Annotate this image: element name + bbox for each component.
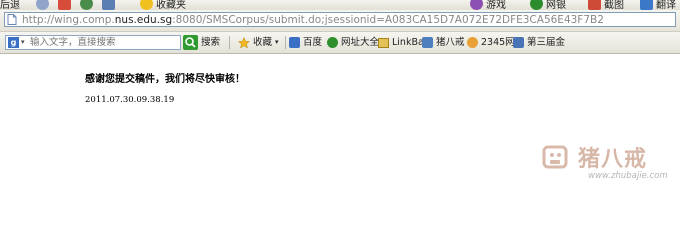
link-label: 百度 xyxy=(303,37,323,48)
watermark-text: 猪八戒 xyxy=(578,146,648,172)
browser-toolbar: 后退 收藏夹 游戏 网银 截图 翻译 xyxy=(0,0,680,10)
link-third-session[interactable]: 第三届金 xyxy=(513,35,565,50)
watermark-logo-icon xyxy=(542,145,568,169)
watermark-url: www.zhubajie.com xyxy=(588,171,668,181)
baidu-icon xyxy=(289,37,300,48)
stop-icon[interactable] xyxy=(58,0,71,10)
folder-icon xyxy=(378,37,389,48)
url-directory-icon xyxy=(327,37,338,48)
favorites-button[interactable]: 收藏夹 xyxy=(140,0,186,10)
page-icon xyxy=(7,14,17,25)
link-2345[interactable]: 2345网 xyxy=(467,35,515,50)
translate-icon xyxy=(640,0,653,10)
search-input[interactable] xyxy=(30,36,178,49)
page-icon xyxy=(513,37,524,48)
link-url-directory[interactable]: 网址大全 xyxy=(327,35,379,50)
star-icon xyxy=(238,36,250,49)
link-baidu[interactable]: 百度 xyxy=(289,35,322,50)
search-button[interactable]: 搜索 xyxy=(201,35,220,50)
star-icon xyxy=(140,0,153,10)
search-box[interactable]: g ▾ xyxy=(5,35,181,50)
url-prefix: http://wing.comp. xyxy=(22,14,115,26)
url-text[interactable]: http://wing.comp.nus.edu.sg:8080/SMSCorp… xyxy=(22,13,604,27)
submission-timestamp: 2011.07.30.09.38.19 xyxy=(85,95,175,105)
games-icon xyxy=(470,0,483,10)
link-zhubajie[interactable]: 猪八戒 xyxy=(422,35,465,50)
watermark: 猪八戒 www.zhubajie.com xyxy=(538,141,678,185)
search-engine-icon[interactable]: g xyxy=(8,37,19,48)
screenshot-button[interactable]: 截图 xyxy=(588,0,624,10)
zhubajie-icon xyxy=(422,37,433,48)
toolbar-label-translate: 翻译 xyxy=(656,0,676,10)
link-linkbar[interactable]: LinkBar xyxy=(378,35,428,50)
favorites-label: 收藏 xyxy=(253,37,273,48)
search-go-icon[interactable] xyxy=(183,35,198,50)
toolbar-label-back: 后退 xyxy=(0,0,20,10)
link-label: 2345网 xyxy=(481,37,515,48)
link-label: 猪八戒 xyxy=(436,37,465,48)
toolbar-label-bank: 网银 xyxy=(546,0,566,10)
address-field[interactable]: http://wing.comp.nus.edu.sg:8080/SMSCorp… xyxy=(4,12,676,27)
scissors-icon xyxy=(588,0,601,10)
url-host: nus.edu.sg xyxy=(114,14,173,26)
toolbar-label-games: 游戏 xyxy=(486,0,506,10)
toolbar-label-screenshot: 截图 xyxy=(604,0,624,10)
divider xyxy=(285,36,286,49)
link-label: 第三届金 xyxy=(527,37,566,48)
forward-icon[interactable] xyxy=(36,0,49,10)
chevron-down-icon: ▾ xyxy=(275,38,279,46)
translate-button[interactable]: 翻译 xyxy=(640,0,676,10)
link-label: 网址大全 xyxy=(341,37,380,48)
favorites-menu[interactable]: 收藏 ▾ xyxy=(238,35,279,50)
back-button[interactable]: 后退 xyxy=(0,0,20,10)
refresh-icon[interactable] xyxy=(80,0,93,10)
2345-icon xyxy=(467,37,478,48)
chevron-down-icon[interactable]: ▾ xyxy=(21,36,25,49)
divider xyxy=(229,36,230,49)
home-icon[interactable] xyxy=(102,0,115,10)
bank-button[interactable]: 网银 xyxy=(530,0,566,10)
links-bar: g ▾ 搜索 收藏 ▾ 百度 网址大全 LinkBar 猪八戒 2345网 第三… xyxy=(0,32,680,54)
address-bar: http://wing.comp.nus.edu.sg:8080/SMSCorp… xyxy=(0,10,680,32)
submission-thanks-message: 感谢您提交稿件，我们将尽快审核！ xyxy=(85,74,245,85)
bank-icon xyxy=(530,0,543,10)
toolbar-label-favorites: 收藏夹 xyxy=(156,0,186,10)
url-rest: :8080/SMSCorpus/submit.do;jsessionid=A08… xyxy=(172,14,604,26)
games-button[interactable]: 游戏 xyxy=(470,0,506,10)
